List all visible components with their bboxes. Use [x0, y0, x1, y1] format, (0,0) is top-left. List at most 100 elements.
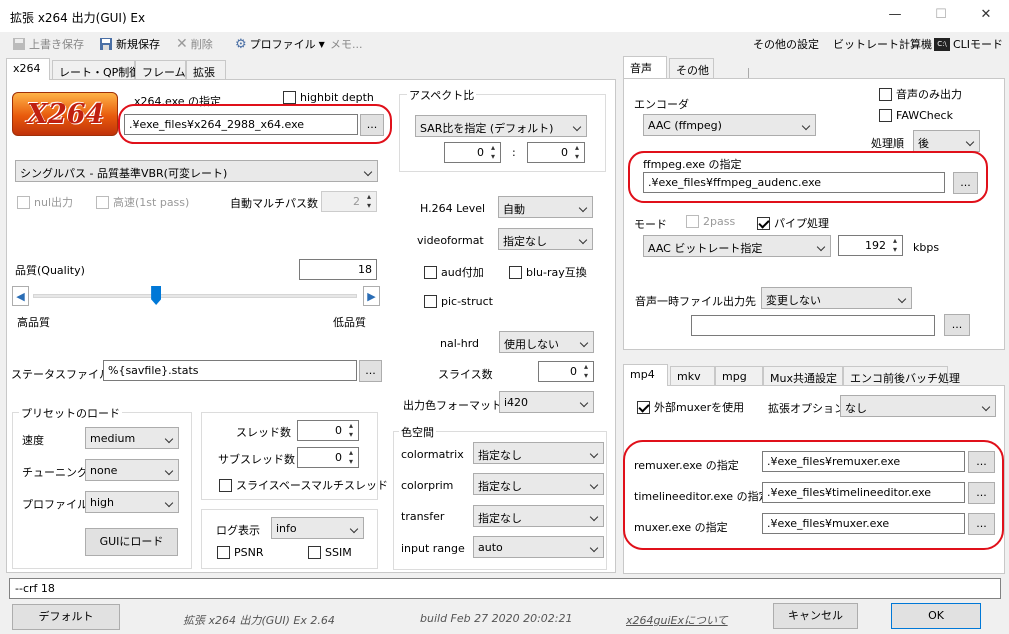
tab-frame[interactable]: フレーム — [135, 60, 186, 80]
aspect-separator: : — [512, 146, 516, 159]
ext-option-select[interactable]: なし — [840, 395, 996, 417]
main-window: 拡張 x264 出力(GUI) Ex — ☐ ✕ 上書き保存 新規保存 ✕ 削除 … — [0, 0, 1009, 634]
save-new-icon — [100, 38, 112, 50]
process-order-select[interactable]: 後 — [913, 130, 980, 152]
load-to-gui-button[interactable]: GUIにロード — [85, 528, 178, 556]
colorprim-select[interactable]: 指定なし — [473, 473, 604, 495]
quality-value-input[interactable]: 18 — [299, 259, 377, 280]
auto-multipass-spinner[interactable]: 2 — [321, 191, 377, 212]
x264-logo-text: X264 — [27, 99, 105, 130]
encode-mode-select[interactable]: シングルパス - 品質基準VBR(可変レート) — [15, 160, 378, 182]
title-bar: 拡張 x264 出力(GUI) Ex — ☐ ✕ — [0, 0, 1009, 32]
other-settings-button[interactable]: その他の設定 — [753, 35, 819, 53]
psnr-box — [217, 546, 230, 559]
auto-multipass-label: 自動マルチパス数 — [230, 197, 318, 210]
tab-mp4[interactable]: mp4 — [623, 364, 668, 386]
profile-select[interactable]: high — [85, 491, 179, 513]
quality-left-button[interactable]: ◀ — [12, 286, 29, 306]
close-button[interactable]: ✕ — [963, 0, 1009, 30]
tab-audio[interactable]: 音声 — [623, 56, 667, 78]
psnr-checkbox[interactable]: PSNR — [217, 546, 264, 559]
x264-exe-path-input[interactable]: .¥exe_files¥x264_2988_x64.exe — [124, 114, 358, 135]
aud-checkbox[interactable]: aud付加 — [424, 264, 484, 280]
nal-hrd-select[interactable]: 使用しない — [499, 331, 594, 353]
nul-output-checkbox[interactable]: nul出力 — [17, 194, 73, 210]
about-link[interactable]: x264guiExについて — [626, 612, 728, 628]
colorprim-label: colorprim — [401, 479, 454, 492]
x264-exe-browse-button[interactable]: ... — [360, 114, 384, 136]
quality-slider-track[interactable] — [33, 294, 357, 298]
timelineeditor-exe-input[interactable]: .¥exe_files¥timelineeditor.exe — [762, 482, 965, 503]
faw-check-checkbox[interactable]: FAWCheck — [879, 109, 953, 122]
videoformat-select[interactable]: 指定なし — [498, 228, 593, 250]
aspect-width-spinner[interactable]: 0 — [444, 142, 501, 163]
ok-button[interactable]: OK — [891, 603, 981, 629]
muxer-exe-input[interactable]: .¥exe_files¥muxer.exe — [762, 513, 965, 534]
audio-temp-dir-browse-button[interactable]: ... — [944, 314, 970, 336]
slice-mt-checkbox[interactable]: スライスベースマルチスレッド — [219, 477, 388, 493]
colormatrix-select[interactable]: 指定なし — [473, 442, 604, 464]
maximize-button[interactable]: ☐ — [918, 0, 964, 30]
tab-x264[interactable]: x264 — [6, 58, 50, 80]
remuxer-exe-browse-button[interactable]: ... — [968, 451, 995, 473]
tab-rate-qp[interactable]: レート・QP制御 — [52, 60, 140, 80]
ssim-label: SSIM — [325, 546, 352, 559]
bitrate-calc-button[interactable]: ビットレート計算機 — [833, 35, 932, 53]
subthreads-spinner[interactable]: 0 — [297, 447, 359, 468]
subthreads-label: サブスレッド数 — [218, 453, 295, 466]
ffmpeg-exe-path-input[interactable]: .¥exe_files¥ffmpeg_audenc.exe — [643, 172, 945, 193]
bluray-checkbox[interactable]: blu-ray互換 — [509, 264, 587, 280]
new-save-button[interactable]: 新規保存 — [99, 35, 160, 53]
two-pass-checkbox[interactable]: 2pass — [686, 215, 735, 228]
timelineeditor-exe-browse-button[interactable]: ... — [968, 482, 995, 504]
remuxer-exe-input[interactable]: .¥exe_files¥remuxer.exe — [762, 451, 965, 472]
pic-struct-checkbox[interactable]: pic-struct — [424, 295, 493, 308]
tuning-select[interactable]: none — [85, 459, 179, 481]
aspect-mode-select[interactable]: SAR比を指定 (デフォルト) — [415, 115, 587, 137]
ffmpeg-exe-browse-button[interactable]: ... — [953, 172, 978, 194]
pipe-process-checkbox[interactable]: パイプ処理 — [757, 215, 829, 231]
slices-spinner[interactable]: 0 — [538, 361, 594, 382]
highbit-checkbox[interactable]: highbit depth — [283, 91, 374, 104]
speed-select[interactable]: medium — [85, 427, 179, 449]
audio-temp-dir-input[interactable] — [691, 315, 935, 336]
tab-batch[interactable]: エンコ前後バッチ処理 — [843, 366, 960, 386]
overwrite-label: 上書き保存 — [29, 38, 84, 51]
audio-encoder-select[interactable]: AAC (ffmpeg) — [643, 114, 816, 136]
h264-level-select[interactable]: 自動 — [498, 196, 593, 218]
profile-label: プロファイル — [249, 38, 316, 51]
tab-mkv[interactable]: mkv — [670, 366, 715, 386]
memo-button[interactable]: メモ... — [330, 35, 363, 53]
audio-mode-select[interactable]: AAC ビットレート指定 — [643, 235, 831, 257]
bluray-label: blu-ray互換 — [526, 266, 587, 279]
audio-temp-dir-select[interactable]: 変更しない — [761, 287, 912, 309]
stats-file-browse-button[interactable]: ... — [359, 360, 382, 382]
ssim-checkbox[interactable]: SSIM — [308, 546, 352, 559]
quality-right-button[interactable]: ▶ — [363, 286, 380, 306]
profile-menu-button[interactable]: ⚙ プロファイル ▼ — [235, 35, 325, 53]
tab-audio-other[interactable]: その他 — [669, 58, 714, 78]
aspect-height-spinner[interactable]: 0 — [527, 142, 585, 163]
fast-first-pass-checkbox[interactable]: 高速(1st pass) — [96, 194, 189, 210]
transfer-select[interactable]: 指定なし — [473, 505, 604, 527]
tab-mux-common[interactable]: Mux共通設定 — [763, 366, 843, 386]
threads-spinner[interactable]: 0 — [297, 420, 359, 441]
overwrite-button[interactable]: 上書き保存 — [12, 35, 84, 53]
cancel-button[interactable]: キャンセル — [773, 603, 858, 629]
delete-button[interactable]: ✕ 削除 — [176, 35, 213, 53]
input-range-select[interactable]: auto — [473, 536, 604, 558]
minimize-button[interactable]: — — [872, 0, 918, 30]
cli-mode-button[interactable]: C:\ CLIモード — [934, 35, 1003, 53]
external-muxer-checkbox[interactable]: 外部muxerを使用 — [637, 399, 744, 415]
stats-file-input[interactable]: %{savfile}.stats — [103, 360, 357, 381]
tab-mpg[interactable]: mpg — [715, 366, 763, 386]
muxer-exe-browse-button[interactable]: ... — [968, 513, 995, 535]
tab-extension[interactable]: 拡張 — [186, 60, 226, 80]
audio-only-checkbox[interactable]: 音声のみ出力 — [879, 86, 962, 102]
output-csp-select[interactable]: i420 — [499, 391, 594, 413]
default-button[interactable]: デフォルト — [12, 604, 120, 630]
audio-bitrate-spinner[interactable]: 192 — [838, 235, 903, 256]
arrow-left-icon: ◀ — [16, 290, 25, 303]
log-level-select[interactable]: info — [271, 517, 364, 539]
videoformat-label: videoformat — [417, 234, 484, 247]
